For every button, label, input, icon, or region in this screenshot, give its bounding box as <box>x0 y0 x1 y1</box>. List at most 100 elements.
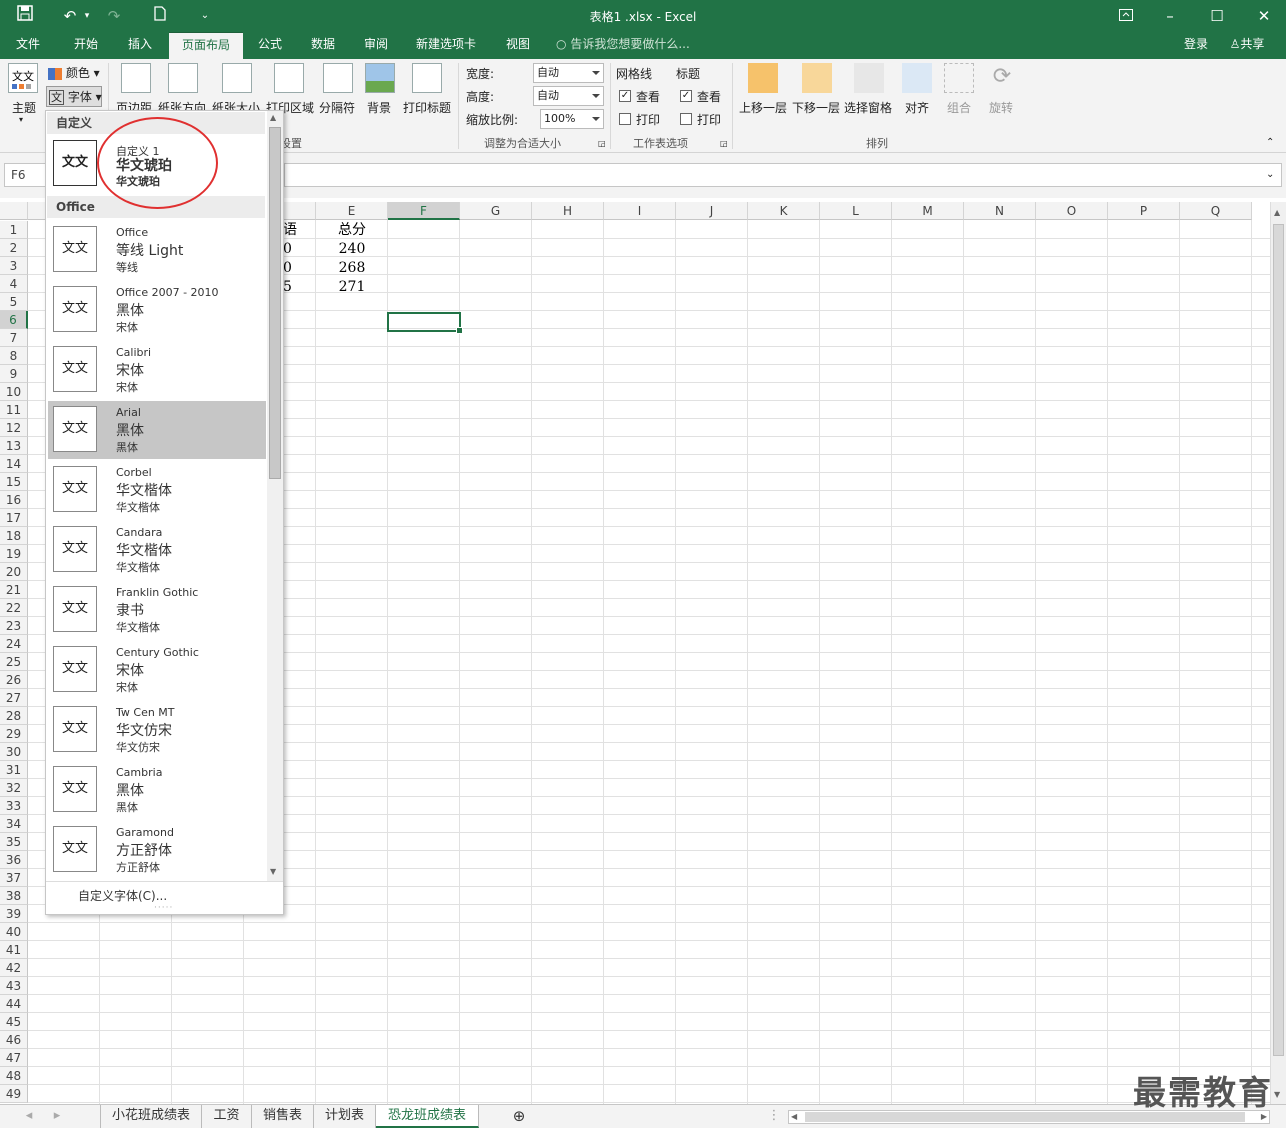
width-select[interactable]: 自动 <box>533 63 604 83</box>
gallery-resize-grip[interactable]: ····· <box>154 903 173 913</box>
row-header-26[interactable]: 26 <box>0 671 28 689</box>
row-header-1[interactable]: 1 <box>0 221 28 239</box>
colors-button[interactable]: 颜色 ▾ <box>48 64 100 81</box>
column-header-L[interactable]: L <box>820 202 892 220</box>
font-item-calibri[interactable]: 文文 Calibri 宋体 宋体 <box>48 341 266 399</box>
row-header-40[interactable]: 40 <box>0 923 28 941</box>
vertical-scrollbar[interactable]: ▲ ▼ <box>1270 202 1286 1104</box>
tab-view[interactable]: 视图 <box>496 32 540 59</box>
row-header-45[interactable]: 45 <box>0 1013 28 1031</box>
scale-dialog-launcher-icon[interactable]: ◲ <box>598 139 606 148</box>
bring-forward-label[interactable]: 上移一层 <box>739 99 787 116</box>
font-item-office-2007-2010[interactable]: 文文 Office 2007 - 2010 黑体 宋体 <box>48 281 266 339</box>
theme-icon[interactable]: 文文 <box>8 63 38 93</box>
row-header-31[interactable]: 31 <box>0 761 28 779</box>
row-header-6[interactable]: 6 <box>0 311 28 329</box>
row-header-27[interactable]: 27 <box>0 689 28 707</box>
row-header-3[interactable]: 3 <box>0 257 28 275</box>
row-header-30[interactable]: 30 <box>0 743 28 761</box>
scroll-up-icon[interactable]: ▲ <box>1274 208 1280 217</box>
row-header-18[interactable]: 18 <box>0 527 28 545</box>
bring-forward-icon[interactable] <box>748 63 778 93</box>
row-header-16[interactable]: 16 <box>0 491 28 509</box>
row-header-9[interactable]: 9 <box>0 365 28 383</box>
scale-stepper[interactable]: 100% <box>540 109 604 129</box>
cell-E1[interactable]: 总分 <box>316 221 388 239</box>
breaks-label[interactable]: 分隔符 <box>319 99 355 116</box>
print-titles-icon[interactable] <box>412 63 442 93</box>
customize-fonts-link[interactable]: 自定义字体(C)... <box>78 887 167 904</box>
column-header-H[interactable]: H <box>532 202 604 220</box>
row-header-42[interactable]: 42 <box>0 959 28 977</box>
row-header-35[interactable]: 35 <box>0 833 28 851</box>
row-header-33[interactable]: 33 <box>0 797 28 815</box>
tab-new[interactable]: 新建选项卡 <box>408 32 484 59</box>
row-header-47[interactable]: 47 <box>0 1049 28 1067</box>
tab-review[interactable]: 审阅 <box>354 32 398 59</box>
cell-E4[interactable]: 271 <box>316 278 388 296</box>
row-header-37[interactable]: 37 <box>0 869 28 887</box>
scroll-left-icon[interactable]: ◀ <box>791 1112 797 1121</box>
signin-link[interactable]: 登录 <box>1176 32 1216 59</box>
tab-formulas[interactable]: 公式 <box>248 32 292 59</box>
column-header-E[interactable]: E <box>316 202 388 220</box>
font-item-garamond[interactable]: 文文 Garamond 方正舒体 方正舒体 <box>48 821 266 879</box>
cell-E2[interactable]: 240 <box>316 240 388 258</box>
font-item-tw-cen-mt[interactable]: 文文 Tw Cen MT 华文仿宋 华文仿宋 <box>48 701 266 759</box>
row-header-12[interactable]: 12 <box>0 419 28 437</box>
tab-insert[interactable]: 插入 <box>118 32 162 59</box>
row-header-4[interactable]: 4 <box>0 275 28 293</box>
add-sheet-icon[interactable]: ⊕ <box>508 1105 530 1128</box>
row-header-11[interactable]: 11 <box>0 401 28 419</box>
headings-print-checkbox[interactable] <box>680 113 692 125</box>
font-item-century-gothic[interactable]: 文文 Century Gothic 宋体 宋体 <box>48 641 266 699</box>
font-item-corbel[interactable]: 文文 Corbel 华文楷体 华文楷体 <box>48 461 266 519</box>
row-header-13[interactable]: 13 <box>0 437 28 455</box>
row-header-44[interactable]: 44 <box>0 995 28 1013</box>
sheet-tab-salary[interactable]: 工资 <box>202 1105 252 1128</box>
row-header-20[interactable]: 20 <box>0 563 28 581</box>
column-header-Q[interactable]: Q <box>1180 202 1252 220</box>
gallery-scroll-down-icon[interactable]: ▼ <box>270 867 276 876</box>
send-backward-label[interactable]: 下移一层 <box>792 99 840 116</box>
row-header-43[interactable]: 43 <box>0 977 28 995</box>
row-header-8[interactable]: 8 <box>0 347 28 365</box>
tell-me-box[interactable]: ○ 告诉我您想要做什么... <box>556 32 706 59</box>
close-icon[interactable]: ✕ <box>1254 5 1274 27</box>
height-select[interactable]: 自动 <box>533 86 604 106</box>
headings-view-checkbox[interactable]: ✓ <box>680 90 692 102</box>
prev-sheet-icon[interactable]: ◂ <box>20 1105 38 1128</box>
row-header-19[interactable]: 19 <box>0 545 28 563</box>
send-backward-icon[interactable] <box>802 63 832 93</box>
font-item-office[interactable]: 文文 Office 等线 Light 等线 <box>48 221 266 279</box>
scroll-down-icon[interactable]: ▼ <box>1274 1090 1280 1099</box>
gallery-scroll-thumb[interactable] <box>269 127 281 479</box>
margins-icon[interactable] <box>121 63 151 93</box>
print-titles-label[interactable]: 打印标题 <box>403 99 451 116</box>
tab-home[interactable]: 开始 <box>64 32 108 59</box>
row-header-21[interactable]: 21 <box>0 581 28 599</box>
row-header-22[interactable]: 22 <box>0 599 28 617</box>
share-button[interactable]: ♙共享 <box>1222 32 1272 59</box>
sheet-list-options-icon[interactable]: ⋮ <box>766 1105 782 1128</box>
row-header-2[interactable]: 2 <box>0 239 28 257</box>
minimize-icon[interactable]: – <box>1160 5 1180 27</box>
column-header-M[interactable]: M <box>892 202 964 220</box>
column-header-J[interactable]: J <box>676 202 748 220</box>
row-header-23[interactable]: 23 <box>0 617 28 635</box>
gridlines-view-checkbox[interactable]: ✓ <box>619 90 631 102</box>
row-header-36[interactable]: 36 <box>0 851 28 869</box>
expand-formula-bar-icon[interactable]: ⌄ <box>1266 169 1274 180</box>
background-label[interactable]: 背景 <box>367 99 391 116</box>
font-item-candara[interactable]: 文文 Candara 华文楷体 华文楷体 <box>48 521 266 579</box>
row-header-24[interactable]: 24 <box>0 635 28 653</box>
sheet-tab-xiaohua[interactable]: 小花班成绩表 <box>100 1105 202 1128</box>
align-icon[interactable] <box>902 63 932 93</box>
tab-data[interactable]: 数据 <box>301 32 345 59</box>
align-label[interactable]: 对齐 <box>905 99 929 116</box>
collapse-ribbon-icon[interactable]: ⌃ <box>1266 137 1274 148</box>
sheet-tab-dinosaur[interactable]: 恐龙班成绩表 <box>376 1105 479 1128</box>
maximize-icon[interactable]: ☐ <box>1207 5 1227 27</box>
breaks-icon[interactable] <box>323 63 353 93</box>
column-header-G[interactable]: G <box>460 202 532 220</box>
